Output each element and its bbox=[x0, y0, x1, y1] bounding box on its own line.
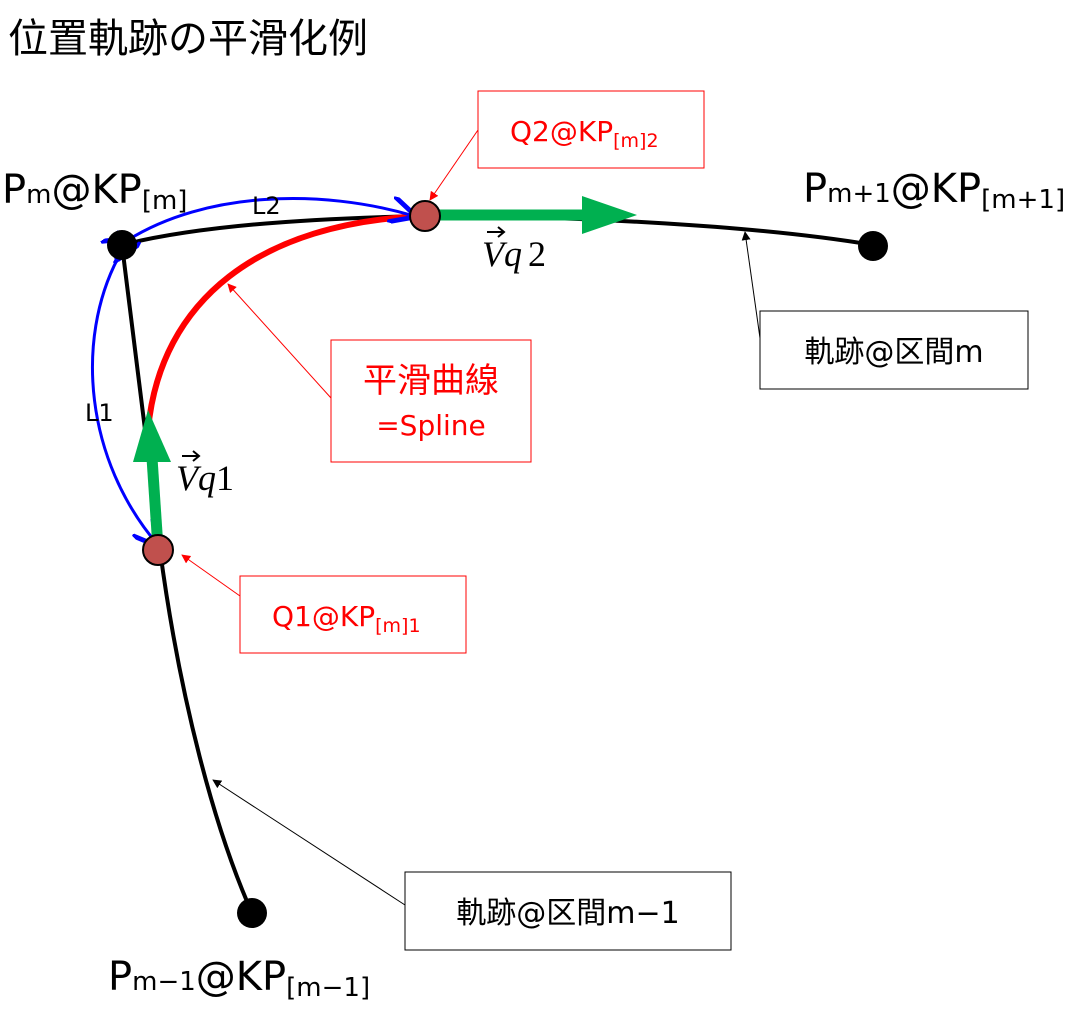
spline-label-line1: 平滑曲線 bbox=[363, 361, 499, 401]
pm-point bbox=[107, 230, 137, 260]
vq2-vector bbox=[430, 196, 637, 234]
smoothing-diagram: 位置軌跡の平滑化例 Pm@KP[m] Pm+1@KP[m+1] Pm−1@KP[… bbox=[2, 16, 1065, 1003]
pm1-point bbox=[858, 231, 888, 261]
q1-label-box: Q1@KP[m]1 bbox=[239, 575, 467, 654]
vq1-label: Vq1 bbox=[176, 450, 234, 498]
pm-label: Pm@KP[m] bbox=[2, 167, 187, 216]
l1-label: L1 bbox=[85, 399, 114, 427]
trajectory-segment-m-minus-1 bbox=[158, 548, 254, 915]
spline-callout-line bbox=[227, 283, 332, 399]
svg-text:Vq1: Vq1 bbox=[176, 458, 234, 498]
spline-label-line2: =Spline bbox=[376, 409, 486, 442]
spline-label-box: 平滑曲線 =Spline bbox=[330, 339, 532, 463]
q1-point bbox=[142, 534, 174, 566]
vq2-label: Vq 2 bbox=[482, 226, 546, 274]
pmm1-point bbox=[237, 898, 267, 928]
segment-m-callout-line bbox=[741, 231, 761, 339]
q2-callout-line bbox=[429, 129, 479, 201]
pm1-label: Pm+1@KP[m+1] bbox=[803, 166, 1065, 215]
l2-label: L2 bbox=[252, 192, 281, 220]
svg-text:軌跡@区間m: 軌跡@区間m bbox=[804, 335, 983, 370]
vq1-vector bbox=[133, 410, 171, 549]
pmm1-label: Pm−1@KP[m−1] bbox=[108, 954, 370, 1003]
q1-callout-line bbox=[181, 554, 241, 597]
segment-m1-label-box: 軌跡@区間m−1 bbox=[404, 871, 732, 951]
page-title: 位置軌跡の平滑化例 bbox=[8, 16, 368, 62]
q2-point bbox=[409, 200, 441, 232]
q2-label-box: Q2@KP[m]2 bbox=[477, 90, 705, 169]
segment-m-label-box: 軌跡@区間m bbox=[759, 310, 1029, 390]
svg-text:軌跡@区間m−1: 軌跡@区間m−1 bbox=[456, 896, 679, 931]
svg-text:Vq2: Vq 2 bbox=[482, 234, 546, 274]
